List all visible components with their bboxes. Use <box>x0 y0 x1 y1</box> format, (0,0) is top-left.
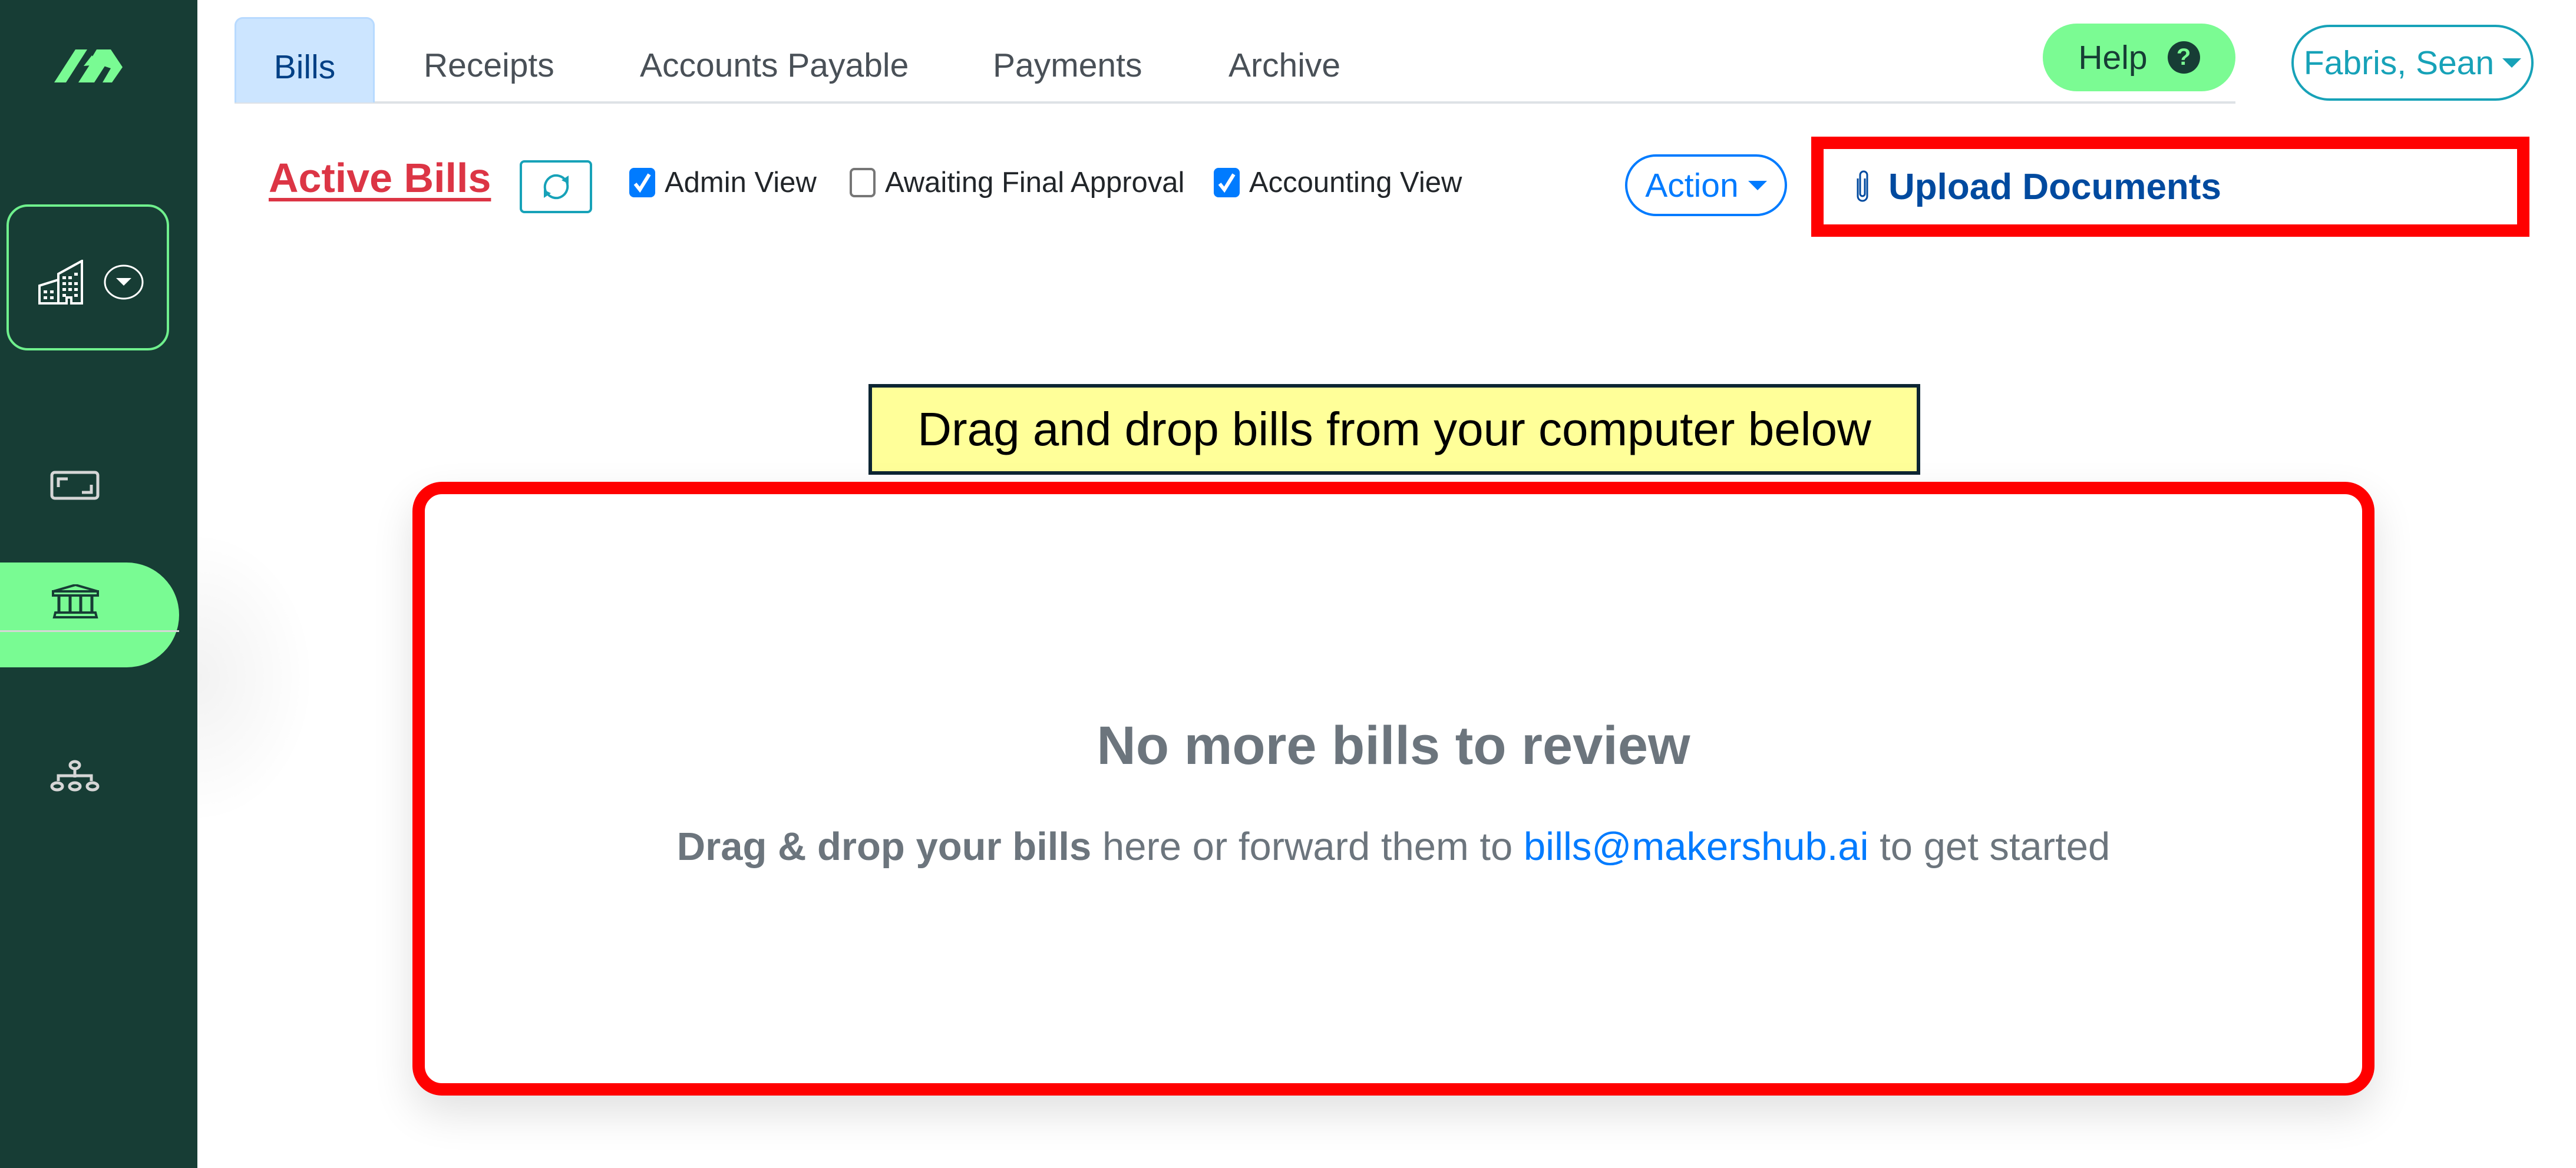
help-label: Help <box>2078 38 2148 77</box>
upload-documents-button[interactable]: Upload Documents <box>1853 149 2221 224</box>
accounting-view-checkbox[interactable]: Accounting View <box>1214 166 1462 199</box>
paperclip-icon <box>1857 170 1868 202</box>
accounting-view-label: Accounting View <box>1249 167 1462 198</box>
upload-highlight-box: Upload Documents <box>1811 137 2529 237</box>
refresh-button[interactable] <box>520 160 592 213</box>
tab-receipts[interactable]: Receipts <box>424 17 554 102</box>
checkbox-checked-icon[interactable] <box>629 168 655 197</box>
sidebar <box>0 0 197 1168</box>
active-bills-title[interactable]: Active Bills <box>269 154 491 201</box>
awaiting-final-approval-checkbox[interactable]: Awaiting Final Approval <box>850 166 1184 199</box>
sitemap-icon[interactable] <box>50 760 100 792</box>
empty-state-title: No more bills to review <box>1097 716 1690 776</box>
refresh-icon <box>543 174 569 200</box>
building-icon <box>38 260 83 305</box>
admin-view-label: Admin View <box>665 167 817 198</box>
forward-text: here or forward them to <box>1091 825 1524 869</box>
help-button[interactable]: Help ? <box>2043 24 2235 91</box>
organization-selector[interactable] <box>6 204 169 350</box>
sidebar-divider <box>0 630 179 632</box>
drag-drop-bold-text: Drag & drop your bills <box>676 825 1092 869</box>
checkbox-checked-icon[interactable] <box>1214 168 1240 197</box>
action-label: Action <box>1645 166 1739 204</box>
tab-archive[interactable]: Archive <box>1228 17 1340 102</box>
checkbox-unchecked-icon[interactable] <box>850 168 876 197</box>
caret-down-icon <box>2502 58 2522 68</box>
tab-payments[interactable]: Payments <box>993 17 1142 102</box>
admin-view-checkbox[interactable]: Admin View <box>629 166 817 199</box>
user-menu-button[interactable]: Fabris, Sean <box>2291 25 2534 101</box>
question-circle-icon: ? <box>2167 41 2200 74</box>
caret-down-icon <box>1748 180 1767 190</box>
upload-documents-label: Upload Documents <box>1888 166 2221 207</box>
action-dropdown-button[interactable]: Action <box>1625 154 1787 216</box>
scan-frame-icon[interactable] <box>50 471 100 501</box>
user-name: Fabris, Sean <box>2303 44 2495 82</box>
bills-email-link[interactable]: bills@makershub.ai <box>1524 825 1869 869</box>
empty-state-subtitle: Drag & drop your bills here or forward t… <box>425 824 2362 869</box>
drag-drop-hint: Drag and drop bills from your computer b… <box>868 384 1920 475</box>
sidebar-item-bank[interactable] <box>0 563 179 667</box>
get-started-text: to get started <box>1868 825 2111 869</box>
bills-dropzone[interactable]: No more bills to review Drag & drop your… <box>412 482 2374 1096</box>
chevron-down-circle-icon <box>104 264 144 300</box>
sidebar-shadow <box>197 530 315 825</box>
awaiting-final-approval-label: Awaiting Final Approval <box>885 167 1185 198</box>
makershub-logo-icon[interactable] <box>54 49 123 83</box>
tab-bills[interactable]: Bills <box>235 17 375 102</box>
bank-icon <box>52 584 99 618</box>
tab-accounts-payable[interactable]: Accounts Payable <box>640 17 909 102</box>
